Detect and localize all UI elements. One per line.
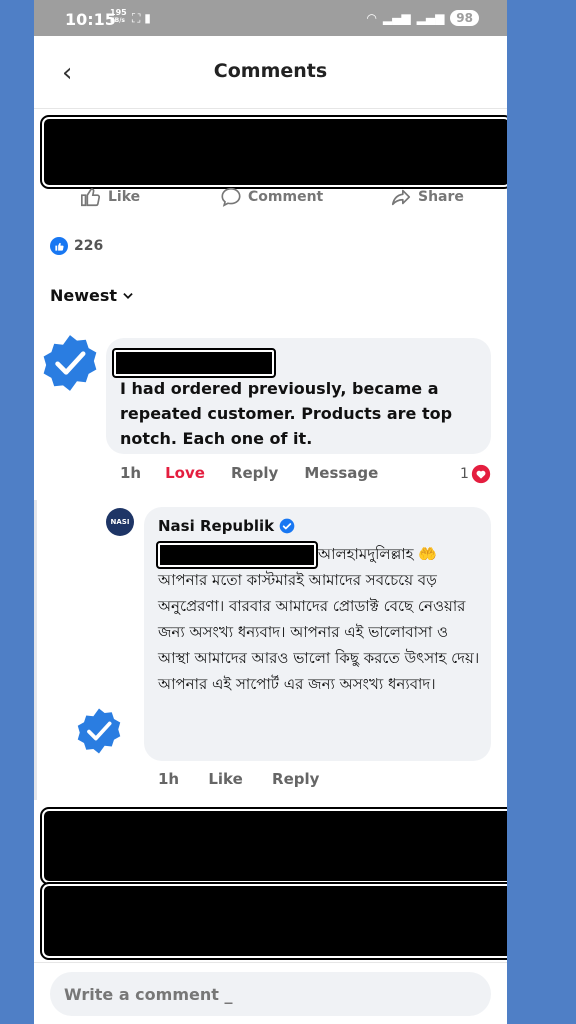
redacted-mention (156, 540, 318, 569)
network-speed-value: 195 (110, 8, 127, 17)
screenshot-icon: ⛶ (132, 11, 141, 25)
redacted-commenter-name (112, 348, 276, 378)
phone-screen: 10:15 195 KB/s ⛶ ▮ ◠ ▂▄▆ ▂▄▆ 98 ‹ Commen… (34, 0, 507, 1024)
praying-hands-icon: 🤲 (418, 545, 437, 563)
love-count: 1 (460, 466, 469, 482)
storage-icon: ▮ (144, 11, 151, 25)
like-button[interactable]: Like (80, 186, 140, 208)
verified-badge-2-icon (77, 708, 121, 754)
reply-button[interactable]: Reply (231, 464, 278, 482)
thumbs-up-icon (81, 188, 100, 207)
heart-icon (471, 464, 491, 484)
verified-badge-icon (43, 335, 97, 391)
status-bar: 10:15 195 KB/s ⛶ ▮ ◠ ▂▄▆ ▂▄▆ 98 (34, 0, 507, 36)
composer-divider (34, 962, 507, 963)
comment-bubble: I had ordered previously, became a repea… (106, 338, 491, 454)
thread-line (34, 500, 37, 800)
status-time: 10:15 (65, 10, 116, 29)
comment-time: 1h (120, 464, 142, 482)
comment-button[interactable]: Comment (220, 186, 323, 208)
network-speed: 195 KB/s (110, 9, 130, 25)
notification-icons: ⛶ ▮ (132, 11, 151, 26)
like-button-label: Like (108, 189, 141, 205)
message-button[interactable]: Message (304, 464, 378, 482)
reply-author[interactable]: Nasi Republik (158, 517, 295, 535)
reply-meta: 1h Like Reply (158, 770, 319, 788)
redacted-post-content (40, 115, 507, 189)
status-right: ◠ ▂▄▆ ▂▄▆ 98 (366, 10, 479, 26)
battery-indicator: 98 (450, 10, 479, 26)
like-reaction-icon (50, 237, 68, 255)
page-title: Comments (213, 60, 328, 82)
reply-text-first: আলহামদুলিল্লাহ (318, 545, 414, 563)
love-reaction-summary[interactable]: 1 (460, 464, 491, 484)
network-speed-unit: KB/s (110, 17, 125, 24)
reply-reply-button[interactable]: Reply (272, 770, 319, 788)
wifi-icon: ◠ (366, 11, 377, 25)
reply-author-name: Nasi Republik (158, 517, 275, 535)
comment-input[interactable]: Write a comment _ (50, 972, 491, 1016)
reaction-count: 226 (74, 238, 104, 254)
redacted-comment-2 (40, 882, 507, 960)
sort-label: Newest (50, 286, 118, 305)
reply-bubble: Nasi Republik আলহামদুলিল্লাহ 🤲 আপনার মতো… (144, 507, 491, 761)
reply-like-button[interactable]: Like (208, 770, 242, 788)
share-button[interactable]: Share (390, 186, 464, 208)
reply-time: 1h (158, 770, 180, 788)
sort-dropdown[interactable]: Newest (50, 286, 135, 305)
comment-button-label: Comment (248, 189, 324, 205)
chevron-down-icon (123, 292, 133, 299)
love-reaction-button[interactable]: Love (165, 464, 205, 482)
header: ‹ Comments (34, 36, 507, 109)
comment-meta: 1h Love Reply Message (120, 464, 378, 482)
reply-text: আলহামদুলিল্লাহ 🤲 আপনার মতো কাস্টমারই আমা… (156, 540, 483, 697)
redacted-comment-1 (40, 807, 507, 885)
reaction-summary[interactable]: 226 (50, 237, 103, 255)
share-button-label: Share (418, 189, 464, 205)
comment-text: I had ordered previously, became a repea… (120, 379, 453, 448)
post-actions: Like Comment Share (34, 186, 507, 210)
signal-2-icon: ▂▄▆ (416, 11, 445, 25)
share-arrow-icon (391, 189, 411, 206)
comment-bubble-icon (221, 187, 241, 207)
reply-text-rest: আপনার মতো কাস্টমারই আমাদের সবচেয়ে বড় অ… (158, 571, 480, 693)
signal-icon: ▂▄▆ (382, 11, 411, 25)
verified-check-icon (279, 518, 295, 534)
page-avatar[interactable]: NASI (106, 508, 134, 536)
